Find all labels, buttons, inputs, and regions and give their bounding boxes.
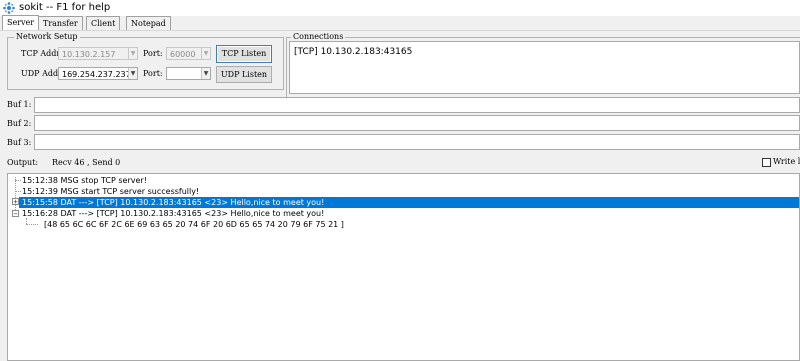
tcp-addr-value: 10.130.2.157 xyxy=(62,50,116,59)
tcp-listen-button[interactable]: TCP Listen xyxy=(216,45,272,63)
buf-1-input[interactable] xyxy=(34,97,800,113)
tree-connector xyxy=(15,191,21,192)
log-child-hex[interactable]: [48 65 6C 6C 6F 2C 6E 69 63 65 20 74 6F … xyxy=(44,219,344,230)
collapse-minus-icon[interactable]: − xyxy=(12,210,19,218)
tab-notepad[interactable]: Notepad xyxy=(126,16,171,31)
chevron-down-icon: ▼ xyxy=(128,48,137,59)
log-text: 15:16:28 DAT ---> [TCP] 10.130.2.183:431… xyxy=(22,209,325,218)
tcp-port-label: Port: xyxy=(143,49,163,58)
chevron-down-icon[interactable]: ▼ xyxy=(201,68,210,79)
title-bar: sokit -- F1 for help xyxy=(0,0,800,16)
udp-port-field[interactable]: ▼ xyxy=(166,67,211,80)
tcp-port-field: 60000 ▼ xyxy=(166,47,211,60)
chevron-down-icon[interactable]: ▼ xyxy=(128,68,137,79)
tree-connector xyxy=(15,177,16,214)
buf-3-label: Buf 3: xyxy=(7,138,32,147)
tab-server[interactable]: Server xyxy=(2,15,40,31)
tree-connector xyxy=(15,180,21,181)
udp-addr-value: 169.254.237.237 xyxy=(62,70,131,79)
tab-transfer[interactable]: Transfer xyxy=(38,16,83,31)
write-log-label[interactable]: Write l xyxy=(773,156,800,168)
tcp-addr-label: TCP Addr: xyxy=(21,49,63,58)
buf-3-input[interactable] xyxy=(34,134,800,150)
connection-item[interactable]: [TCP] 10.130.2.183:43165 xyxy=(294,47,412,58)
tcp-port-value: 60000 xyxy=(170,50,196,59)
output-label: Output: xyxy=(7,158,39,167)
sokit-app-icon xyxy=(3,2,15,14)
output-log-tree[interactable]: 15:12:38 MSG stop TCP server! 15:12:39 M… xyxy=(7,173,800,361)
udp-addr-field[interactable]: 169.254.237.237 ▼ xyxy=(58,67,138,80)
chevron-down-icon: ▼ xyxy=(201,48,210,59)
connections-list[interactable]: [TCP] 10.130.2.183:43165 xyxy=(289,41,800,94)
network-setup-legend: Network Setup xyxy=(14,32,80,42)
tcp-addr-field: 10.130.2.157 ▼ xyxy=(58,47,138,60)
window-title: sokit -- F1 for help xyxy=(19,2,111,13)
log-text: 15:15:58 DAT ---> [TCP] 10.130.2.183:431… xyxy=(22,198,325,207)
buf-2-label: Buf 2: xyxy=(7,119,32,128)
write-log-checkbox[interactable] xyxy=(762,158,771,167)
udp-listen-button[interactable]: UDP Listen xyxy=(216,66,272,83)
tree-connector xyxy=(26,224,38,225)
udp-port-label: Port: xyxy=(143,69,163,78)
log-row-selected[interactable]: 15:15:58 DAT ---> [TCP] 10.130.2.183:431… xyxy=(19,197,799,208)
tab-divider xyxy=(0,30,800,31)
buf-2-input[interactable] xyxy=(34,115,800,131)
log-text: 15:12:38 MSG stop TCP server! xyxy=(22,176,147,185)
log-text: 15:12:39 MSG start TCP server successful… xyxy=(22,187,200,196)
recv-send-stats: Recv 46 , Send 0 xyxy=(52,158,121,167)
expand-plus-icon[interactable]: + xyxy=(12,198,19,206)
tab-client[interactable]: Client xyxy=(86,16,121,31)
buf-1-label: Buf 1: xyxy=(7,100,32,109)
